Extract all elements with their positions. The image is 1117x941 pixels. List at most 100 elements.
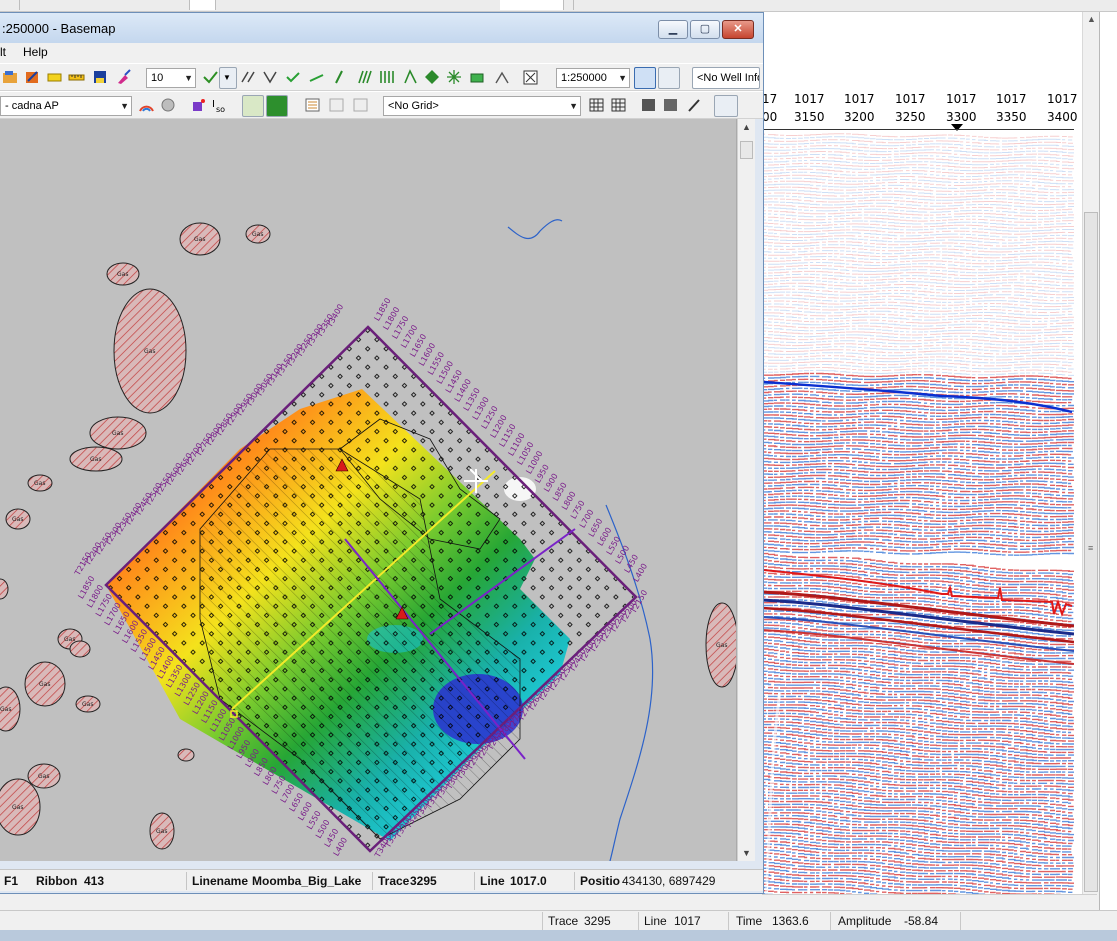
cursor-trace-marker-icon xyxy=(951,124,963,131)
close-button[interactable]: ✕ xyxy=(722,20,754,39)
split-lines-icon[interactable] xyxy=(240,69,257,85)
annotate-icon[interactable] xyxy=(46,69,63,85)
grid-display-icon[interactable] xyxy=(588,97,605,113)
chevron-down-icon: ▼ xyxy=(569,101,578,111)
gas-label: Gas xyxy=(716,642,727,649)
map-scale-value: 1:250000 xyxy=(561,72,607,84)
seis-line-value: 1017 xyxy=(674,914,701,928)
menu-help[interactable]: Help xyxy=(23,45,48,59)
paint-icon[interactable] xyxy=(116,69,133,85)
menu-default[interactable]: lt xyxy=(0,45,6,59)
grid-stats-icon[interactable] xyxy=(662,97,679,113)
svg-text:so: so xyxy=(216,105,225,113)
edit-layer-icon[interactable] xyxy=(24,69,41,85)
svg-text:I: I xyxy=(212,99,215,110)
gas-polygon xyxy=(69,640,91,658)
seismic-reflector xyxy=(762,177,1073,185)
seismic-header-rule xyxy=(762,129,1074,130)
pan-map-button[interactable] xyxy=(634,67,656,89)
rainbow-icon[interactable] xyxy=(138,97,155,113)
map-settings-button[interactable] xyxy=(658,67,680,89)
seismic-section-panel[interactable]: 17 1017 1017 1017 1017 1017 1017 00 3150… xyxy=(762,12,1117,910)
line-header-0: 17 xyxy=(762,92,778,106)
layer-select[interactable]: - cadna AP ▼ xyxy=(0,96,132,116)
pick-mode-dropdown[interactable]: ▼ xyxy=(219,67,237,89)
ribbon-icon[interactable] xyxy=(402,69,419,85)
survey-grid-icon[interactable] xyxy=(378,69,395,85)
seismic-reflector xyxy=(762,232,1074,238)
diamond-icon[interactable] xyxy=(424,69,441,85)
save-layer-icon[interactable] xyxy=(92,69,109,85)
paint-bucket-icon[interactable] xyxy=(190,97,207,113)
basemap-titlebar[interactable]: :250000 - Basemap ▁ ▢ ✕ xyxy=(0,13,763,43)
basemap-status-bar: F1 Ribbon 413 Linename Moomba_Big_Lake T… xyxy=(0,869,763,891)
gas-label: Gas xyxy=(252,231,263,238)
grid-display-alt-icon[interactable] xyxy=(610,97,627,113)
maximize-button[interactable]: ▢ xyxy=(690,20,720,39)
star-pick-icon[interactable] xyxy=(446,69,463,85)
seis-amplitude-value: -58.84 xyxy=(904,914,939,928)
grid-pen-icon[interactable] xyxy=(686,97,703,113)
seismic-scroll-thumb[interactable]: ≡ xyxy=(1084,212,1098,892)
basemap-scroll-thumb[interactable] xyxy=(740,141,753,159)
polygon-edit-icon[interactable] xyxy=(469,69,486,85)
line-header-4: 1017 xyxy=(946,92,977,106)
select-line-icon[interactable] xyxy=(285,69,302,85)
strong-reflector xyxy=(762,629,1074,665)
seismic-traces[interactable] xyxy=(762,132,1074,910)
contour-toggle-1[interactable] xyxy=(242,95,264,117)
seismic-vertical-scrollbar[interactable]: ▲ ≡ ▼ xyxy=(1082,12,1099,910)
trace-header-4: 3300 xyxy=(946,110,977,124)
grid-select[interactable]: <No Grid> ▼ xyxy=(383,96,581,116)
extend-line-icon[interactable] xyxy=(308,69,325,85)
table-alt-icon[interactable] xyxy=(352,97,369,113)
trace-header-3: 3250 xyxy=(895,110,926,124)
minimize-button[interactable]: ▁ xyxy=(658,20,688,39)
basemap-canvas[interactable]: Gas Gas Gas Gas Gas Gas Gas Gas Gas Gas Gas Gas Gas G… xyxy=(0,119,737,861)
isopach-icon[interactable]: Iso xyxy=(212,97,229,113)
basemap-drawing[interactable]: Gas Gas Gas Gas Gas Gas Gas Gas Gas Gas Gas Gas Gas G… xyxy=(0,119,737,861)
host-app-strip xyxy=(0,0,1117,12)
line-value: 1017.0 xyxy=(510,874,547,888)
seismic-horizontal-scrollbar[interactable] xyxy=(762,894,1097,910)
gas-label: Gas xyxy=(194,236,205,243)
contour-toggle-2[interactable] xyxy=(266,95,288,117)
gas-polygon xyxy=(177,748,195,762)
open-project-icon[interactable] xyxy=(2,69,19,85)
grid-value: <No Grid> xyxy=(388,100,439,112)
globe-icon[interactable] xyxy=(160,97,177,113)
fit-view-icon[interactable] xyxy=(522,69,539,85)
table-icon[interactable] xyxy=(328,97,345,113)
seismic-reflector xyxy=(762,534,1072,542)
seismic-reflector xyxy=(762,309,1073,316)
line-label: Line xyxy=(480,874,505,888)
trace-header-5: 3350 xyxy=(996,110,1027,124)
linename-value: Moomba_Big_Lake xyxy=(252,874,362,888)
seis-amplitude-label: Amplitude xyxy=(838,914,892,928)
multiline-icon[interactable] xyxy=(356,69,373,85)
seismic-reflector xyxy=(762,253,1073,259)
legend-icon[interactable] xyxy=(304,97,321,113)
layer-value: - cadna AP xyxy=(5,100,59,112)
well-info-button[interactable]: <No Well Info xyxy=(692,67,760,89)
status-f1: F1 xyxy=(4,874,19,888)
gas-label: Gas xyxy=(39,681,50,688)
zoom-region-icon[interactable] xyxy=(494,69,511,85)
gas-label: Gas xyxy=(12,516,23,523)
merge-lines-icon[interactable] xyxy=(262,69,279,85)
seismic-right-border xyxy=(1099,12,1117,910)
seismic-reflector xyxy=(762,259,1073,265)
map-scale-select[interactable]: 1:250000 ▼ xyxy=(556,68,630,88)
line-header-3: 1017 xyxy=(895,92,926,106)
line-spacing-select[interactable]: 10 ▼ xyxy=(146,68,196,88)
grid-toggle-button[interactable] xyxy=(714,95,738,117)
seismic-reflector xyxy=(762,264,1074,271)
grid-edit-icon[interactable] xyxy=(640,97,657,113)
pick-line-icon[interactable] xyxy=(202,69,219,85)
ruler-icon[interactable] xyxy=(68,69,85,85)
line-header-2: 1017 xyxy=(844,92,875,106)
gas-label: Gas xyxy=(90,456,101,463)
position-value: 434130, 6897429 xyxy=(622,874,716,888)
basemap-vertical-scrollbar[interactable]: ▲ ▼ xyxy=(737,119,755,861)
slope-line-icon[interactable] xyxy=(333,69,350,85)
